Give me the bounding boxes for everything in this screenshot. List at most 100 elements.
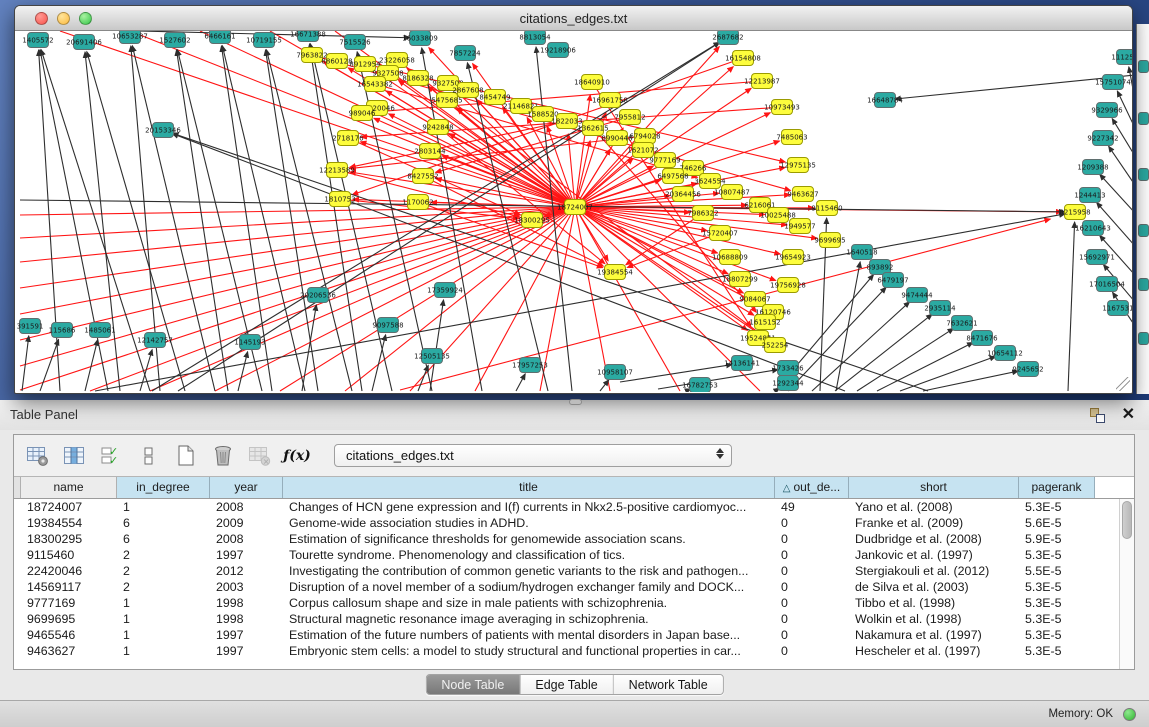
- cell-out-de-[interactable]: 0: [775, 595, 849, 611]
- graph-node[interactable]: 12213987: [744, 74, 780, 89]
- float-panel-icon[interactable]: [1090, 408, 1105, 423]
- cell-short[interactable]: Dudbridge et al. (2008): [849, 531, 1019, 547]
- cell-in-degree[interactable]: 2: [117, 579, 210, 595]
- graph-node[interactable]: 12142757: [137, 333, 173, 348]
- cell-short[interactable]: Jankovic et al. (1997): [849, 547, 1019, 563]
- graph-node[interactable]: 16671388: [290, 31, 326, 42]
- column-header-pagerank[interactable]: pagerank: [1019, 477, 1095, 498]
- graph-node[interactable]: 8813054: [519, 31, 551, 45]
- graph-node[interactable]: 989046: [349, 106, 376, 121]
- select-all-icon[interactable]: ✓✓: [98, 442, 126, 470]
- graph-node[interactable]: 10654112: [987, 346, 1023, 361]
- cell-in-degree[interactable]: 1: [117, 611, 210, 627]
- graph-node[interactable]: 252254: [762, 338, 789, 353]
- table-row[interactable]: 1938455462009Genome-wide association stu…: [14, 515, 1119, 531]
- graph-node[interactable]: 19218906: [540, 43, 576, 58]
- tab-edge-table[interactable]: Edge Table: [520, 675, 613, 694]
- cell-pagerank[interactable]: 5.5E-5: [1019, 563, 1095, 579]
- cell-out-de-[interactable]: 0: [775, 531, 849, 547]
- cell-in-degree[interactable]: 1: [117, 643, 210, 659]
- graph-node[interactable]: 9699695: [814, 233, 845, 248]
- cell-title[interactable]: Embryonic stem cells: a model to study s…: [283, 643, 775, 659]
- table-row[interactable]: 946554611997Estimation of the future num…: [14, 627, 1119, 643]
- graph-node[interactable]: 18640910: [574, 75, 610, 90]
- graph-node[interactable]: 1485061: [84, 323, 115, 338]
- column-header-name[interactable]: name: [21, 477, 117, 498]
- cell-short[interactable]: Franke et al. (2009): [849, 515, 1019, 531]
- cell-short[interactable]: de Silva et al. (2003): [849, 579, 1019, 595]
- cell-pagerank[interactable]: 5.3E-5: [1019, 595, 1095, 611]
- table-row[interactable]: 946362711997Embryonic stem cells: a mode…: [14, 643, 1119, 659]
- cell-in-degree[interactable]: 1: [117, 627, 210, 643]
- table-row[interactable]: 911546021997Tourette syndrome. Phenomeno…: [14, 547, 1119, 563]
- tab-network-table[interactable]: Network Table: [614, 675, 723, 694]
- graph-node[interactable]: 7857224: [449, 46, 481, 61]
- graph-node[interactable]: [1138, 168, 1149, 181]
- cell-year[interactable]: 1997: [210, 627, 283, 643]
- cell-title[interactable]: Changes of HCN gene expression and I(f) …: [283, 499, 775, 515]
- cell-name[interactable]: 22420046: [21, 563, 117, 579]
- tab-node-table[interactable]: Node Table: [426, 675, 520, 694]
- cell-out-de-[interactable]: 49: [775, 499, 849, 515]
- cell-in-degree[interactable]: 2: [117, 563, 210, 579]
- cell-in-degree[interactable]: 1: [117, 595, 210, 611]
- vertical-scrollbar[interactable]: [1119, 499, 1134, 669]
- cell-year[interactable]: 2012: [210, 563, 283, 579]
- graph-node[interactable]: 2803144: [414, 144, 446, 159]
- graph-node[interactable]: [1138, 224, 1149, 237]
- graph-node[interactable]: 15751074: [1095, 75, 1131, 90]
- cell-pagerank[interactable]: 5.3E-5: [1019, 627, 1095, 643]
- graph-node[interactable]: 16648784: [867, 93, 903, 108]
- cell-out-de-[interactable]: 0: [775, 515, 849, 531]
- network-canvas[interactable]: 1872400779638228860128891295423226058932…: [15, 31, 1132, 392]
- cell-short[interactable]: Tibbo et al. (1998): [849, 595, 1019, 611]
- cell-title[interactable]: Corpus callosum shape and size in male p…: [283, 595, 775, 611]
- cell-out-de-[interactable]: 0: [775, 643, 849, 659]
- graph-node[interactable]: 15692971: [1079, 250, 1115, 265]
- cell-name[interactable]: 9115460: [21, 547, 117, 563]
- new-document-icon[interactable]: [172, 442, 200, 470]
- graph-node[interactable]: 1527602: [159, 33, 190, 48]
- cell-title[interactable]: Estimation of significance thresholds fo…: [283, 531, 775, 547]
- cell-short[interactable]: Hescheler et al. (1997): [849, 643, 1019, 659]
- cell-year[interactable]: 2008: [210, 531, 283, 547]
- column-header-short[interactable]: short: [849, 477, 1019, 498]
- cell-year[interactable]: 1998: [210, 611, 283, 627]
- graph-node[interactable]: 1167531: [1102, 301, 1132, 316]
- graph-node[interactable]: 17016504: [1089, 277, 1125, 292]
- graph-node[interactable]: 10958107: [597, 365, 633, 380]
- graph-node[interactable]: 2687682: [712, 31, 743, 45]
- graph-node[interactable]: 1209388: [1077, 160, 1108, 175]
- graph-node[interactable]: [1138, 332, 1149, 345]
- graph-node[interactable]: 1145193: [234, 335, 265, 350]
- graph-node[interactable]: 9245652: [1012, 362, 1043, 377]
- graph-node[interactable]: 10688809: [712, 250, 748, 265]
- table-row[interactable]: 2242004622012Investigating the contribut…: [14, 563, 1119, 579]
- graph-node[interactable]: [1138, 112, 1149, 125]
- table-settings-icon[interactable]: [24, 442, 52, 470]
- cell-pagerank[interactable]: 5.3E-5: [1019, 643, 1095, 659]
- graph-node[interactable]: 9227342: [1087, 131, 1118, 146]
- column-header-year[interactable]: year: [210, 477, 283, 498]
- graph-node[interactable]: 9474444: [901, 288, 933, 303]
- cell-in-degree[interactable]: 6: [117, 531, 210, 547]
- network-window-titlebar[interactable]: citations_edges.txt: [15, 6, 1132, 31]
- graph-node[interactable]: 12505135: [414, 349, 450, 364]
- cell-pagerank[interactable]: 5.3E-5: [1019, 579, 1095, 595]
- delete-attribute-icon[interactable]: [209, 442, 237, 470]
- cell-name[interactable]: 9465546: [21, 627, 117, 643]
- function-builder-icon[interactable]: ƒ(x): [283, 442, 311, 470]
- graph-node[interactable]: [1138, 278, 1149, 291]
- cell-in-degree[interactable]: 2: [117, 547, 210, 563]
- graph-node[interactable]: 10973493: [764, 100, 800, 115]
- column-header-in-degree[interactable]: in_degree: [117, 477, 210, 498]
- table-row[interactable]: 969969511998Structural magnetic resonanc…: [14, 611, 1119, 627]
- cell-year[interactable]: 1997: [210, 643, 283, 659]
- cell-year[interactable]: 2008: [210, 499, 283, 515]
- graph-node[interactable]: 16210643: [1075, 221, 1111, 236]
- graph-node[interactable]: 8471676: [966, 331, 998, 346]
- graph-node[interactable]: 391591: [17, 319, 44, 334]
- table-row[interactable]: 1872400712008Changes of HCN gene express…: [14, 499, 1119, 515]
- table-select-dropdown[interactable]: citations_edges.txt: [334, 444, 732, 467]
- column-header-title[interactable]: title: [283, 477, 775, 498]
